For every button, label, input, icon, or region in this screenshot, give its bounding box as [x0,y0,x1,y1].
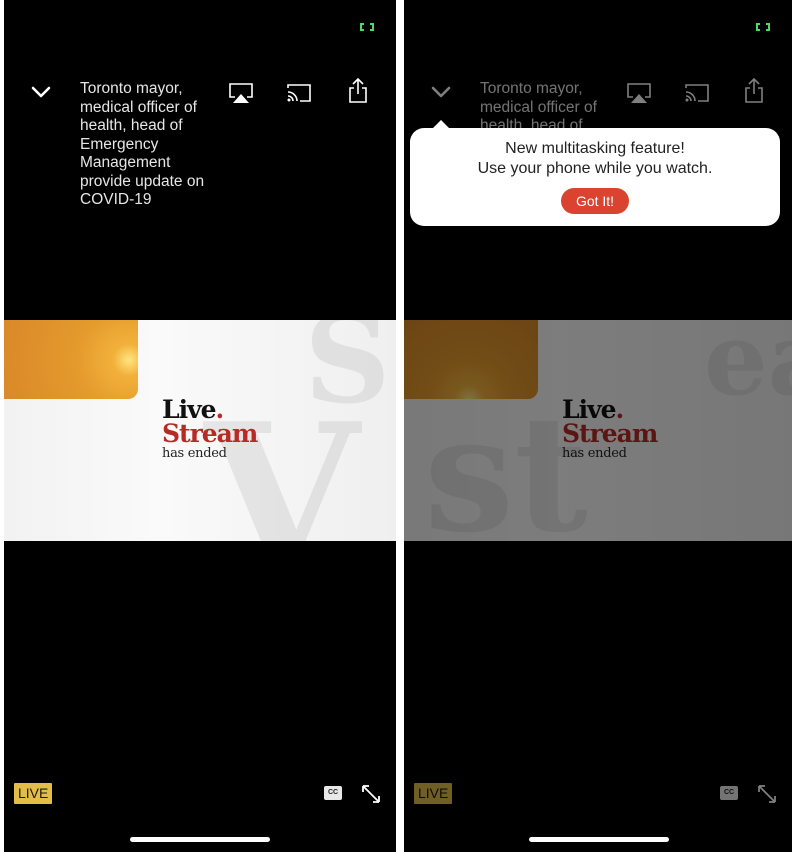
cast-button[interactable] [286,82,312,104]
live-stream-ended-logo: Live. Stream has ended [162,397,282,462]
share-button[interactable] [743,77,769,104]
logo-stream-text: Stream [562,419,658,448]
home-indicator[interactable] [529,837,669,842]
airplay-icon [627,83,651,103]
logo-ended-text: has ended [562,446,627,461]
cast-icon [287,84,311,102]
closed-captions-button[interactable]: CC [324,786,342,800]
video-player[interactable]: ea st Live. Stream has ended [404,320,792,541]
video-background-graphic: ea [704,320,792,418]
video-title: Toronto mayor, medical officer of health… [80,80,205,208]
chevron-down-icon [31,86,51,98]
airplay-button[interactable] [626,82,652,104]
logo-ended-text: has ended [162,446,227,461]
tooltip-body: Use your phone while you watch. [477,160,713,177]
phone-screen-right: Toronto mayor, medical officer of health… [404,0,792,852]
home-indicator[interactable] [130,837,270,842]
share-icon [745,77,763,103]
fullscreen-button[interactable] [360,783,382,805]
video-background-graphic [4,320,138,399]
expand-icon [758,785,776,803]
video-player[interactable]: S V Live. Stream has ended [4,320,396,541]
airplay-icon [229,83,253,103]
multitasking-tooltip: New multitasking feature! Use your phone… [410,120,780,226]
closed-captions-button[interactable]: CC [720,786,738,800]
logo-stream-text: Stream [162,419,258,448]
got-it-button[interactable]: Got It! [560,188,630,214]
airplay-button[interactable] [228,82,254,104]
expand-icon [362,785,380,803]
live-badge[interactable]: LIVE [14,783,53,804]
share-icon [349,77,367,103]
chevron-down-icon [431,86,451,98]
pip-indicator-icon [756,23,770,31]
cast-button[interactable] [684,82,710,104]
tooltip-headline: New multitasking feature! [505,140,685,157]
share-button[interactable] [347,77,373,104]
pip-indicator-icon [360,23,374,31]
collapse-button[interactable] [430,84,452,100]
phone-screen-left: Toronto mayor, medical officer of health… [4,0,396,852]
cast-icon [685,84,709,102]
collapse-button[interactable] [30,84,52,100]
fullscreen-button[interactable] [756,783,778,805]
live-stream-ended-logo: Live. Stream has ended [562,397,682,462]
live-badge[interactable]: LIVE [414,783,453,804]
